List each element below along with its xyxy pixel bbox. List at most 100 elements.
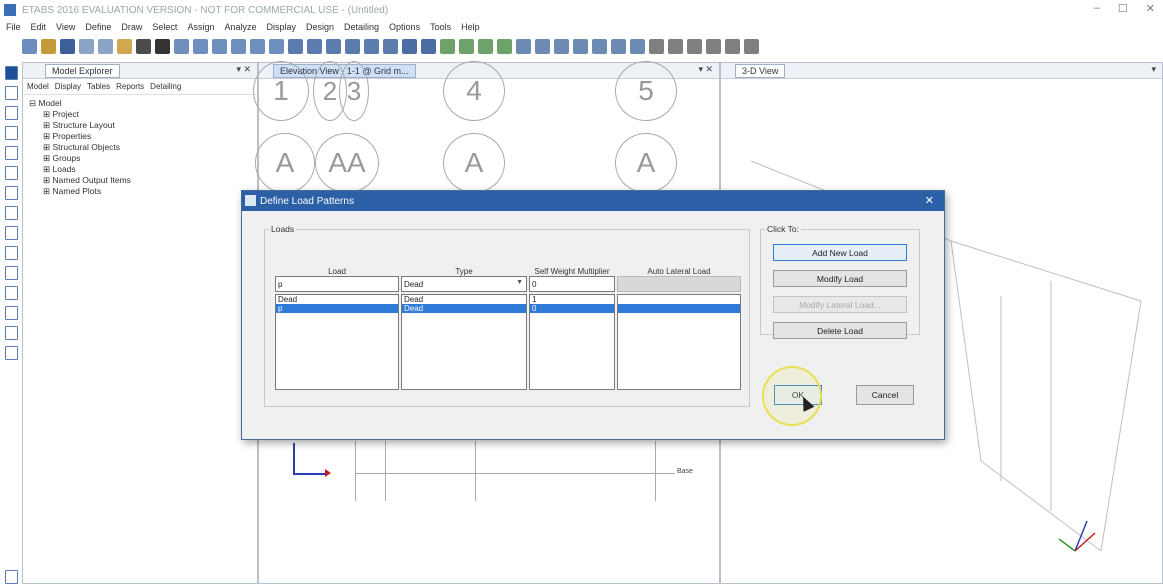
move-up-icon[interactable] bbox=[383, 38, 398, 54]
pencil-icon[interactable] bbox=[117, 38, 132, 54]
draw-rectangle-area-icon[interactable] bbox=[4, 226, 18, 240]
tree-item-groups[interactable]: ⊞ Groups bbox=[29, 153, 251, 164]
reshape-object-icon[interactable] bbox=[4, 86, 18, 100]
new-model-icon[interactable] bbox=[22, 38, 37, 54]
zoom-out-icon[interactable] bbox=[231, 38, 246, 54]
dropdown-arrow-icon[interactable]: ▼ bbox=[516, 279, 523, 286]
elevation-view-icon[interactable] bbox=[326, 38, 341, 54]
assign-pier-icon[interactable] bbox=[744, 38, 759, 54]
tree-item-structural-objects[interactable]: ⊞ Structural Objects bbox=[29, 142, 251, 153]
zoom-restore-icon[interactable] bbox=[193, 38, 208, 54]
model-explorer-tab[interactable]: Model Explorer bbox=[45, 64, 120, 78]
menu-assign[interactable]: Assign bbox=[187, 22, 214, 32]
explorer-tab-detailing[interactable]: Detailing bbox=[150, 82, 181, 91]
tree-item-loads[interactable]: ⊞ Loads bbox=[29, 164, 251, 175]
menu-options[interactable]: Options bbox=[389, 22, 420, 32]
draw-beam-icon[interactable] bbox=[573, 38, 588, 54]
zoom-previous-icon[interactable] bbox=[269, 38, 284, 54]
menu-select[interactable]: Select bbox=[152, 22, 177, 32]
dialog-close-icon[interactable]: ✕ bbox=[925, 194, 934, 207]
display-forces-icon[interactable] bbox=[516, 38, 531, 54]
lock-icon[interactable] bbox=[136, 38, 151, 54]
tree-item-named-plots[interactable]: ⊞ Named Plots bbox=[29, 186, 251, 197]
tree-item-properties[interactable]: ⊞ Properties bbox=[29, 131, 251, 142]
load-row-dead-auto-lateral[interactable] bbox=[618, 295, 740, 304]
3d-view-icon[interactable] bbox=[288, 38, 303, 54]
save-icon[interactable] bbox=[60, 38, 75, 54]
menu-define[interactable]: Define bbox=[85, 22, 111, 32]
assign-diaphragm-icon[interactable] bbox=[706, 38, 721, 54]
tree-root-model[interactable]: ⊟ Model bbox=[29, 98, 251, 109]
rotate-3d-icon[interactable] bbox=[345, 38, 360, 54]
load-row-p-auto-lateral[interactable] bbox=[618, 304, 740, 313]
pan-icon[interactable] bbox=[250, 38, 265, 54]
open-icon[interactable] bbox=[41, 38, 56, 54]
panel-pin[interactable]: ▾ bbox=[1151, 64, 1156, 75]
maximize-button[interactable]: ☐ bbox=[1118, 2, 1128, 15]
assign-section-icon[interactable] bbox=[649, 38, 664, 54]
tree-item-named-output-items[interactable]: ⊞ Named Output Items bbox=[29, 175, 251, 186]
explorer-tab-model[interactable]: Model bbox=[27, 82, 49, 91]
load-row-dead-type[interactable]: Dead bbox=[402, 295, 526, 304]
3d-view-tab[interactable]: 3-D View bbox=[735, 64, 786, 78]
draw-brace-icon[interactable] bbox=[554, 38, 569, 54]
pointer-select-icon[interactable] bbox=[4, 66, 18, 80]
minimize-button[interactable]: – bbox=[1094, 2, 1100, 15]
load-type-select[interactable]: Dead ▼ bbox=[401, 276, 527, 292]
delete-load-button[interactable]: Delete Load bbox=[773, 322, 907, 339]
load-row-p-self-weight[interactable]: 0 bbox=[530, 304, 614, 313]
draw-opening-icon[interactable] bbox=[4, 266, 18, 280]
redo-icon[interactable] bbox=[98, 38, 113, 54]
load-row-p-name[interactable]: p bbox=[276, 304, 398, 313]
draw-column-icon[interactable] bbox=[592, 38, 607, 54]
menu-help[interactable]: Help bbox=[461, 22, 480, 32]
load-name-input[interactable]: p bbox=[275, 276, 399, 292]
plan-view-icon[interactable] bbox=[307, 38, 322, 54]
self-weight-input[interactable]: 0 bbox=[529, 276, 615, 292]
draw-tendon-icon[interactable] bbox=[4, 306, 18, 320]
draw-column-tool-icon[interactable] bbox=[4, 146, 18, 160]
zoom-rubber-band-icon[interactable] bbox=[174, 38, 189, 54]
draw-wall-tool-icon[interactable] bbox=[4, 246, 18, 260]
set-display-options-icon[interactable] bbox=[440, 38, 455, 54]
menu-edit[interactable]: Edit bbox=[31, 22, 47, 32]
explorer-tab-display[interactable]: Display bbox=[55, 82, 81, 91]
draw-line-icon[interactable] bbox=[4, 106, 18, 120]
menu-file[interactable]: File bbox=[6, 22, 21, 32]
undo-icon[interactable] bbox=[79, 38, 94, 54]
explorer-tab-reports[interactable]: Reports bbox=[116, 82, 144, 91]
draw-brace-tool-icon[interactable] bbox=[4, 126, 18, 140]
load-row-dead-self-weight[interactable]: 1 bbox=[530, 295, 614, 304]
draw-area-icon[interactable] bbox=[611, 38, 626, 54]
draw-wall-icon[interactable] bbox=[630, 38, 645, 54]
run-analysis-icon[interactable] bbox=[155, 38, 170, 54]
display-deformed-icon[interactable] bbox=[497, 38, 512, 54]
add-new-load-button[interactable]: Add New Load bbox=[773, 244, 907, 261]
tree-item-project[interactable]: ⊞ Project bbox=[29, 109, 251, 120]
move-down-icon[interactable] bbox=[402, 38, 417, 54]
assign-slab-icon[interactable] bbox=[725, 38, 740, 54]
menu-draw[interactable]: Draw bbox=[121, 22, 142, 32]
menu-display[interactable]: Display bbox=[266, 22, 296, 32]
draw-cross-brace-icon[interactable] bbox=[4, 186, 18, 200]
load-row-p-type[interactable]: Dead bbox=[402, 304, 526, 313]
menu-detailing[interactable]: Detailing bbox=[344, 22, 379, 32]
draw-floor-icon[interactable] bbox=[4, 206, 18, 220]
menu-view[interactable]: View bbox=[56, 22, 75, 32]
menu-analyze[interactable]: Analyze bbox=[224, 22, 256, 32]
tree-item-structure-layout[interactable]: ⊞ Structure Layout bbox=[29, 120, 251, 131]
modify-load-button[interactable]: Modify Load bbox=[773, 270, 907, 287]
cancel-button[interactable]: Cancel bbox=[856, 385, 914, 405]
perspective-icon[interactable] bbox=[364, 38, 379, 54]
draw-dimension-line-icon[interactable] bbox=[4, 326, 18, 340]
object-shrink-icon[interactable] bbox=[421, 38, 436, 54]
load-row-dead-name[interactable]: Dead bbox=[276, 295, 398, 304]
explorer-tab-tables[interactable]: Tables bbox=[87, 82, 110, 91]
assign-restraint-icon[interactable] bbox=[668, 38, 683, 54]
panel-pin-close[interactable]: ▾ ✕ bbox=[698, 64, 713, 75]
draw-secondary-beam-icon[interactable] bbox=[4, 166, 18, 180]
panel-pin-close[interactable]: ▾ ✕ bbox=[236, 64, 251, 75]
zoom-in-icon[interactable] bbox=[212, 38, 227, 54]
close-window-button[interactable]: ✕ bbox=[1146, 2, 1155, 15]
display-loads-icon[interactable] bbox=[478, 38, 493, 54]
